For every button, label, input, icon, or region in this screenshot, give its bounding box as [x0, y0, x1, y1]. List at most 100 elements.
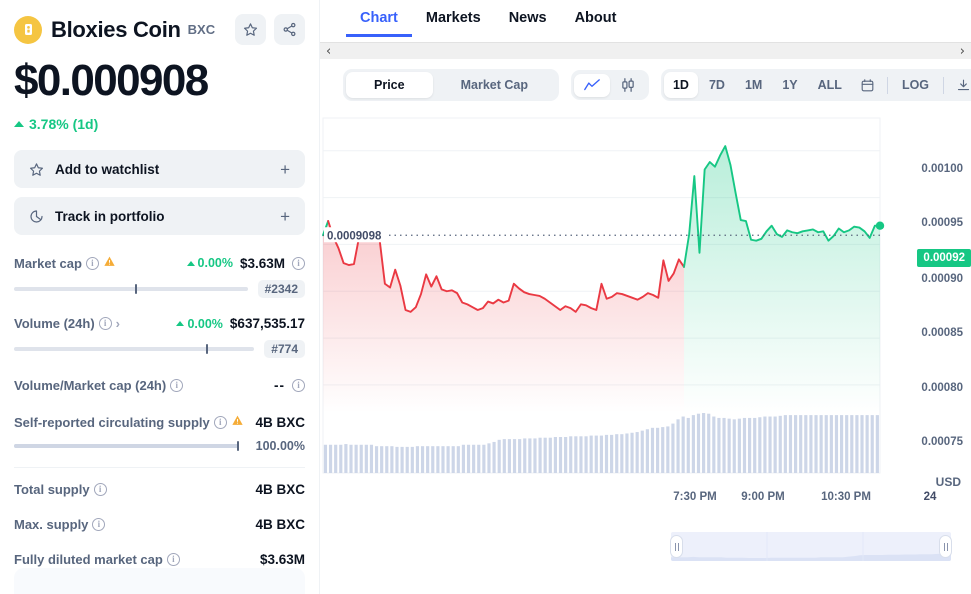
share-button[interactable] [274, 14, 305, 45]
divider [14, 467, 305, 468]
stat-vol-mcap-label: Volume/Market cap (24h) i [14, 378, 184, 393]
info-icon[interactable]: i [213, 415, 227, 429]
stat-total-supply: Total supply i 4B BXC [14, 482, 305, 497]
track-in-portfolio-label: Track in portfolio [55, 208, 165, 224]
tab-markets[interactable]: Markets [412, 0, 495, 37]
coin-logo-icon [14, 15, 42, 44]
current-price-badge: 0.00092 [917, 249, 971, 267]
log-scale-button[interactable]: LOG [893, 72, 938, 98]
circulating-supply-bar[interactable] [14, 441, 239, 451]
market-cap-rank-bar-row: #2342 [14, 280, 305, 298]
navigator-x-axis: 7:30 PM 9:00 PM 10:30 PM 24 1:30 AM 3:00… [671, 566, 951, 582]
y-tick-4: 0.00080 [921, 382, 963, 394]
market-cap-rank: #2342 [257, 280, 305, 298]
stat-volume-24h: Volume (24h) i › 0.00% $637,535.17 [14, 316, 305, 331]
volume-rank-bar-row: #774 [14, 340, 305, 358]
stat-market-cap-label: Market cap i [14, 255, 116, 271]
market-cap-change: 0.00% [186, 256, 233, 270]
scroll-left-arrow-icon[interactable]: ‹ [326, 45, 331, 58]
content-tabs: Chart Markets News About [320, 0, 971, 42]
chart-y-axis: 0.00100 0.00095 0.00092 0.00090 0.00085 … [909, 111, 971, 491]
range-7d[interactable]: 7D [700, 72, 734, 98]
info-icon[interactable]: i [92, 518, 106, 531]
circulating-supply-pct: 100.00% [255, 439, 305, 453]
price-chart-svg[interactable]: 0.0009098 [320, 111, 971, 511]
caret-up-icon [176, 321, 185, 326]
range-1y[interactable]: 1Y [773, 72, 806, 98]
range-1d[interactable]: 1D [663, 72, 698, 98]
horizontal-scrollbar[interactable]: ‹ › [320, 42, 971, 59]
stat-volume-values: 0.00% $637,535.17 [176, 316, 305, 331]
add-watchlist-plus-icon: + [280, 159, 290, 179]
tab-about[interactable]: About [561, 0, 631, 37]
time-range-selector: 1D 7D 1M 1Y ALL LOG [660, 69, 971, 101]
price-chart[interactable]: 0.0009098 0.00100 0.00095 0.00092 0.0009… [320, 111, 971, 511]
supply-knob [237, 441, 239, 451]
download-button[interactable] [949, 73, 971, 98]
market-cap-rank-bar[interactable] [14, 284, 248, 294]
warning-icon[interactable] [103, 255, 116, 271]
total-supply-value: 4B BXC [255, 482, 305, 497]
stats-list: Market cap i 0.00% $3.63M i #2342 Volume… [14, 255, 305, 567]
range-1m[interactable]: 1M [736, 72, 771, 98]
tab-news[interactable]: News [495, 0, 561, 37]
toggle-market-cap[interactable]: Market Cap [433, 72, 556, 98]
y-tick-2: 0.00090 [921, 273, 963, 285]
candlestick-chart-icon-button[interactable] [610, 73, 646, 97]
total-supply-label: Total supply i [14, 482, 107, 497]
stat-max-supply: Max. supply i 4B BXC [14, 517, 305, 532]
volume-rank-bar[interactable] [14, 344, 255, 354]
line-chart-icon-button[interactable] [573, 73, 610, 97]
download-icon [957, 79, 970, 90]
star-icon [243, 23, 258, 36]
stat-volume-market-cap: Volume/Market cap (24h) i -- i [14, 378, 305, 393]
rank-knob [135, 284, 138, 294]
warning-icon[interactable] [231, 414, 244, 430]
x-tick-3: 24 [923, 491, 937, 503]
watchlist-star-button[interactable] [235, 14, 266, 45]
tab-chart[interactable]: Chart [346, 0, 412, 37]
volume-rank: #774 [264, 340, 305, 358]
fully-diluted-value: $3.63M [259, 552, 305, 567]
info-icon[interactable]: i [292, 256, 305, 270]
stat-volume-label: Volume (24h) i › [14, 316, 121, 331]
x-tick-2: 10:30 PM [821, 491, 871, 503]
info-icon[interactable]: i [166, 553, 180, 566]
navigator-left-handle[interactable] [670, 535, 683, 558]
chevron-right-icon[interactable]: › [116, 316, 120, 331]
toggle-price[interactable]: Price [346, 72, 433, 98]
track-in-portfolio-button[interactable]: Track in portfolio + [14, 197, 305, 235]
stat-market-cap: Market cap i 0.00% $3.63M i [14, 255, 305, 271]
max-supply-value: 4B BXC [255, 517, 305, 532]
scroll-right-arrow-icon[interactable]: › [960, 45, 965, 58]
stat-circulating-supply: Self-reported circulating supply i 4B BX… [14, 414, 305, 430]
coin-stats-sidebar: Bloxies Coin BXC $0.000908 3.78% (1d) Ad… [0, 0, 320, 594]
volume-change: 0.00% [176, 317, 223, 331]
chart-toolbar: Price Market Cap 1D 7D 1M 1Y ALL LOG [320, 59, 971, 101]
info-icon[interactable]: i [85, 256, 99, 270]
chart-range-navigator[interactable] [670, 532, 952, 561]
add-to-watchlist-label: Add to watchlist [55, 161, 160, 177]
line-chart-icon [584, 78, 600, 90]
info-icon[interactable]: i [292, 379, 305, 392]
info-icon[interactable]: i [98, 317, 112, 330]
max-supply-label: Max. supply i [14, 517, 106, 532]
info-icon[interactable]: i [170, 379, 184, 392]
calendar-button[interactable] [853, 73, 882, 98]
share-icon [283, 22, 296, 37]
info-icon[interactable]: i [93, 483, 107, 496]
range-all[interactable]: ALL [809, 72, 851, 98]
caret-up-icon [14, 121, 24, 127]
y-axis-unit: USD [935, 475, 961, 489]
chart-type-toggle [570, 70, 649, 100]
price-change-value: 3.78% (1d) [29, 116, 99, 132]
navigator-right-handle[interactable] [939, 535, 952, 558]
toolbar-divider [943, 76, 945, 94]
navigator-sparkline [671, 532, 951, 561]
stat-market-cap-values: 0.00% $3.63M i [186, 256, 305, 271]
add-to-watchlist-button[interactable]: Add to watchlist + [14, 150, 305, 188]
header-actions [235, 14, 305, 45]
coin-header: Bloxies Coin BXC [14, 14, 305, 45]
y-tick-1: 0.00095 [921, 217, 963, 229]
caret-up-icon [186, 260, 195, 266]
